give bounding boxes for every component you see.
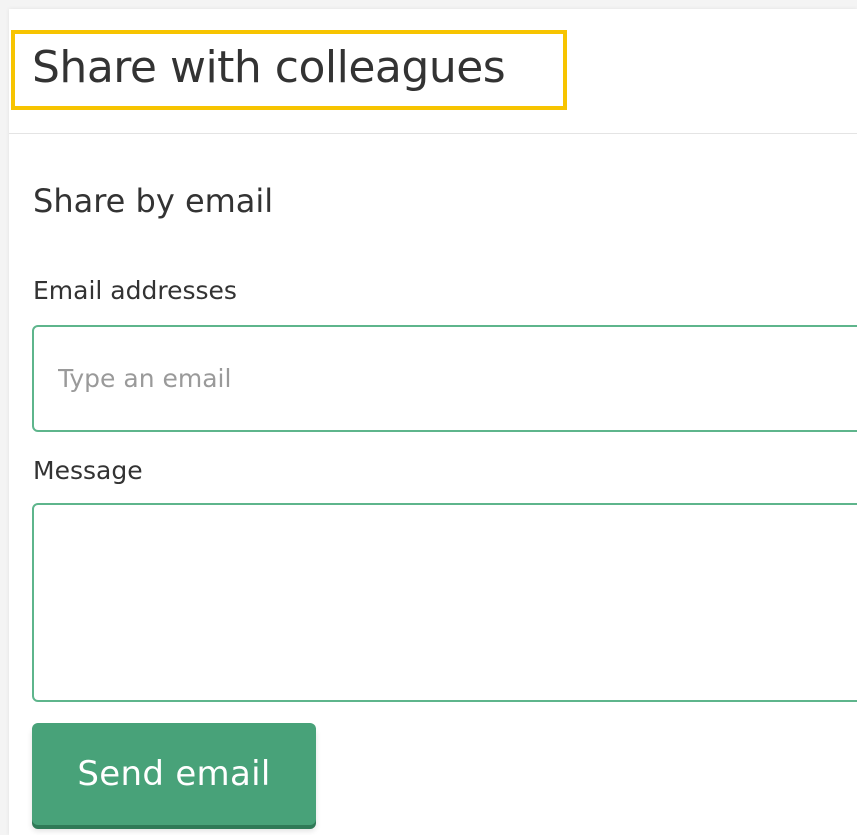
page-title: Share with colleagues (32, 42, 506, 93)
share-panel: Share with colleagues Share by email Ema… (9, 9, 857, 835)
message-label: Message (33, 456, 143, 485)
send-email-button[interactable]: Send email (32, 723, 316, 825)
email-addresses-input[interactable] (32, 325, 857, 432)
email-addresses-label: Email addresses (33, 276, 237, 305)
section-title-share-by-email: Share by email (33, 182, 274, 220)
share-page: Share with colleagues Share by email Ema… (0, 0, 857, 835)
message-textarea[interactable] (32, 503, 857, 702)
panel-header: Share with colleagues (9, 9, 857, 134)
